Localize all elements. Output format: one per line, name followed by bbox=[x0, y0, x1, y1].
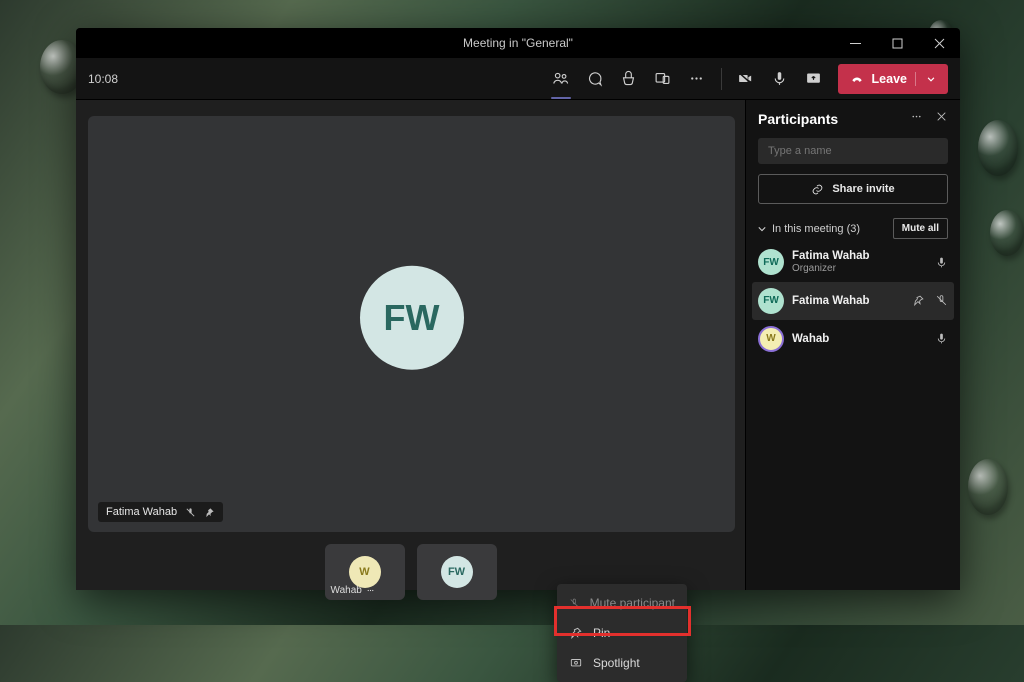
close-icon bbox=[934, 38, 945, 49]
mic-muted-icon bbox=[185, 507, 196, 518]
section-toggle[interactable]: In this meeting (3) bbox=[758, 223, 860, 235]
rooms-button[interactable] bbox=[647, 63, 679, 95]
share-invite-button[interactable]: Share invite bbox=[758, 174, 948, 204]
thumbnail-avatar: FW bbox=[441, 556, 473, 588]
meeting-duration: 10:08 bbox=[88, 72, 118, 86]
ctx-spotlight[interactable]: Spotlight bbox=[557, 648, 687, 678]
participant-row[interactable]: FW Fatima Wahab Organizer bbox=[758, 243, 948, 282]
spotlight-icon bbox=[569, 656, 583, 670]
pin-icon[interactable] bbox=[912, 294, 925, 307]
separator bbox=[721, 68, 722, 90]
thumbnail-name: Wahab bbox=[331, 585, 362, 596]
section-label: In this meeting (3) bbox=[772, 223, 860, 235]
mic-icon[interactable] bbox=[935, 332, 948, 345]
meeting-toolbar: 10:08 bbox=[76, 58, 960, 100]
participant-role: Organizer bbox=[792, 263, 927, 276]
leave-dropdown[interactable] bbox=[915, 72, 938, 86]
share-invite-label: Share invite bbox=[832, 183, 894, 195]
panel-more-button[interactable] bbox=[910, 110, 923, 128]
avatar: FW bbox=[758, 249, 784, 275]
pin-icon bbox=[204, 507, 215, 518]
more-icon bbox=[910, 110, 923, 123]
participant-row[interactable]: FW Fatima Wahab bbox=[752, 282, 954, 320]
hangup-icon bbox=[850, 72, 864, 86]
participant-list: FW Fatima Wahab Organizer FW Fatima Waha… bbox=[758, 243, 948, 358]
chat-button[interactable] bbox=[579, 63, 611, 95]
ctx-mute-participant[interactable]: Mute participant bbox=[557, 588, 687, 618]
leave-button[interactable]: Leave bbox=[838, 64, 948, 94]
thumbnail-tile[interactable]: FW bbox=[417, 544, 497, 600]
context-menu: Mute participant Pin Spotlight bbox=[557, 584, 687, 682]
link-icon bbox=[811, 183, 824, 196]
participant-name: Fatima Wahab bbox=[792, 249, 927, 263]
maximize-button[interactable] bbox=[876, 28, 918, 58]
avatar: FW bbox=[758, 288, 784, 314]
ctx-pin-label: Pin bbox=[593, 626, 610, 640]
close-button[interactable] bbox=[918, 28, 960, 58]
ctx-pin[interactable]: Pin bbox=[557, 618, 687, 648]
microphone-button[interactable] bbox=[764, 63, 796, 95]
reactions-button[interactable] bbox=[613, 63, 645, 95]
participant-search-input[interactable] bbox=[758, 138, 948, 164]
panel-close-button[interactable] bbox=[935, 110, 948, 128]
mic-off-icon bbox=[569, 596, 580, 610]
thumbnail-tile[interactable]: W Wahab bbox=[325, 544, 405, 600]
ctx-spotlight-label: Spotlight bbox=[593, 656, 640, 670]
participant-name: Fatima Wahab bbox=[792, 294, 904, 308]
minimize-icon bbox=[850, 38, 861, 49]
main-avatar: FW bbox=[360, 266, 464, 370]
participant-name: Wahab bbox=[792, 332, 927, 346]
chevron-down-icon bbox=[924, 72, 938, 86]
meeting-window: Meeting in "General" 10:08 bbox=[76, 28, 960, 590]
main-video-tile[interactable]: FW Fatima Wahab bbox=[88, 116, 735, 532]
close-icon bbox=[935, 110, 948, 123]
thumbnail-avatar: W bbox=[349, 556, 381, 588]
participant-row[interactable]: W Wahab bbox=[758, 320, 948, 358]
participant-name-tag: Fatima Wahab bbox=[98, 502, 223, 522]
camera-button[interactable] bbox=[730, 63, 762, 95]
more-icon[interactable] bbox=[366, 586, 375, 595]
more-actions-button[interactable] bbox=[681, 63, 713, 95]
share-screen-button[interactable] bbox=[798, 63, 830, 95]
mute-all-button[interactable]: Mute all bbox=[893, 218, 948, 239]
video-stage: FW Fatima Wahab W Wahab FW bbox=[76, 100, 745, 590]
titlebar: Meeting in "General" bbox=[76, 28, 960, 58]
participants-panel: Participants Share invite I bbox=[745, 100, 960, 590]
pin-icon bbox=[569, 626, 583, 640]
panel-title: Participants bbox=[758, 111, 838, 127]
leave-label: Leave bbox=[872, 72, 907, 86]
avatar: W bbox=[758, 326, 784, 352]
ctx-mute-label: Mute participant bbox=[590, 596, 675, 610]
mic-icon[interactable] bbox=[935, 256, 948, 269]
minimize-button[interactable] bbox=[834, 28, 876, 58]
caret-down-icon bbox=[758, 225, 766, 233]
maximize-icon bbox=[892, 38, 903, 49]
mic-muted-icon[interactable] bbox=[935, 294, 948, 307]
window-title: Meeting in "General" bbox=[463, 36, 573, 50]
participant-name: Fatima Wahab bbox=[106, 506, 177, 518]
participants-button[interactable] bbox=[545, 63, 577, 95]
